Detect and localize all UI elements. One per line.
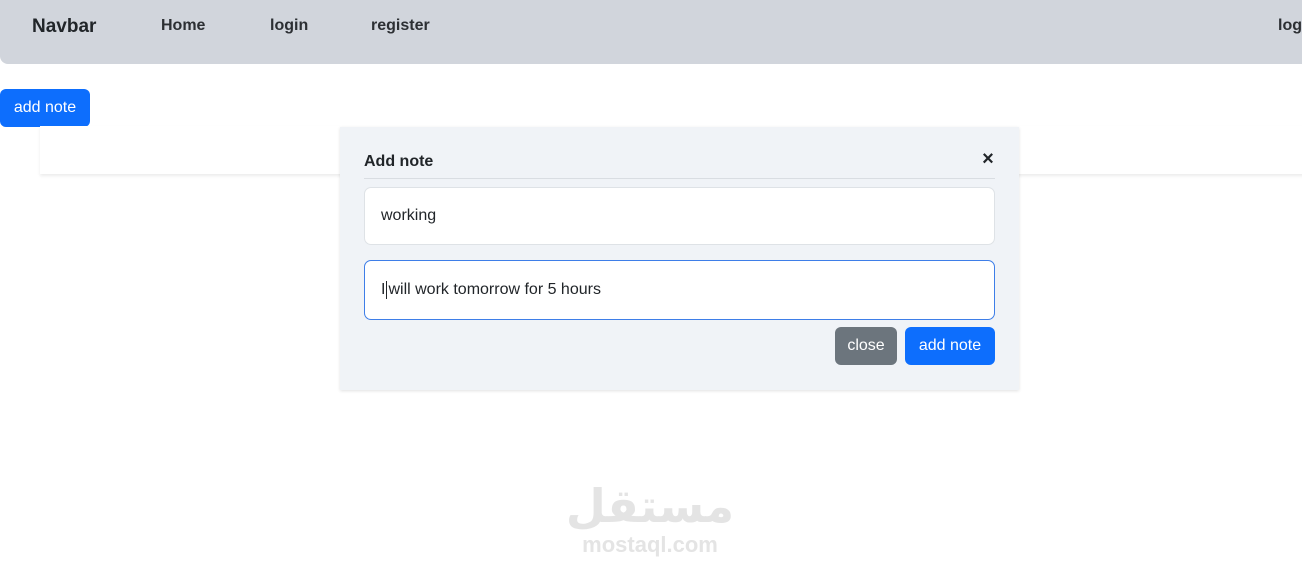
add-note-button[interactable]: add note xyxy=(0,89,90,127)
nav-link-logout[interactable]: log xyxy=(1278,17,1302,35)
navbar-brand[interactable]: Navbar xyxy=(32,16,96,38)
note-title-input[interactable]: working xyxy=(364,187,995,245)
note-title-value: working xyxy=(381,207,437,224)
note-body-value-prefix: I xyxy=(381,281,386,298)
modal-add-note-button[interactable]: add note xyxy=(905,327,995,365)
navbar: Navbar Home login register log xyxy=(0,0,1302,64)
note-body-input[interactable]: Iwill work tomorrow for 5 hours xyxy=(364,260,995,320)
modal-title: Add note xyxy=(364,153,434,170)
modal-close-button[interactable]: close xyxy=(835,327,897,365)
watermark-latin-text: mostaql.com xyxy=(582,532,718,557)
watermark-arabic-text: مستقل xyxy=(565,479,735,533)
watermark-logo: مستقل mostaql.com xyxy=(560,480,740,558)
nav-link-login[interactable]: login xyxy=(270,17,308,35)
note-body-value: will work tomorrow for 5 hours xyxy=(388,281,601,298)
nav-link-register[interactable]: register xyxy=(371,17,430,35)
modal-header-divider xyxy=(364,178,995,179)
nav-link-home[interactable]: Home xyxy=(161,17,205,35)
add-note-modal: Add note × working Iwill work tomorrow f… xyxy=(340,127,1019,390)
close-icon[interactable]: × xyxy=(978,147,998,171)
